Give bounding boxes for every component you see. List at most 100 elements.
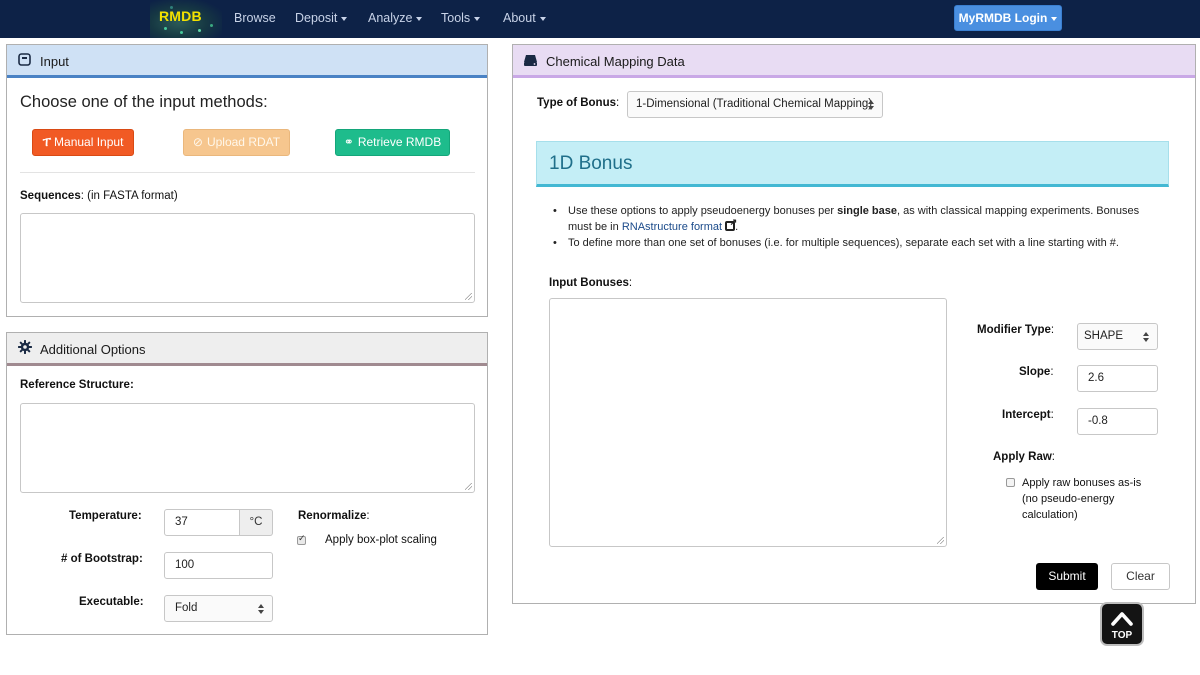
input-bonuses-textarea[interactable] [549,298,947,547]
rnastructure-format-link-text: RNAstructure format [621,220,723,233]
top-navbar: RMDB Browse Deposit Analyze Tools About … [0,0,1200,38]
choose-method-text: Choose one of the input methods: [20,93,268,111]
back-to-top-button[interactable]: TOP [1100,602,1144,646]
slope-label: Slope: [1019,366,1054,378]
apply-raw-option-2: (no pseudo-energy [1022,493,1115,505]
bootstrap-label: # of Bootstrap: [61,553,143,565]
paperclip-icon: ⊘ [192,135,203,149]
bootstrap-label-text: # of Bootstrap [61,553,139,565]
temperature-label-text: Temperature [69,510,138,522]
upload-rdat-button[interactable]: ⊘ Upload RDAT [183,129,290,156]
1d-bonus-banner: 1D Bonus [536,141,1169,187]
resize-handle-icon[interactable] [465,293,472,300]
type-of-bonus-label: Type of Bonus: [537,97,620,109]
manual-input-button[interactable]: ፐ Manual Input [32,129,134,156]
select-arrows-icon [868,100,875,110]
input-bonuses-label-text: Input Bonuses [549,277,629,289]
nav-about[interactable]: About [503,11,546,25]
modifier-type-select[interactable]: SHAPE [1077,323,1158,350]
bonus-instructions-2: • To define more than one set of bonuses… [553,236,1163,252]
nav-analyze[interactable]: Analyze [368,11,423,25]
apply-raw-option-1: Apply raw bonuses as-is [1022,477,1142,489]
caret-down-icon [1051,16,1058,21]
retrieve-rmdb-label: Retrieve RMDB [357,135,442,149]
sequences-textarea[interactable] [20,213,475,303]
chem-panel-header: Chemical Mapping Data [513,45,1195,78]
apply-raw-option-label: Apply raw bonuses as-is (no pseudo-energ… [1022,475,1141,523]
login-label: MyRMDB Login [958,11,1048,25]
type-of-bonus-select[interactable]: 1-Dimensional (Traditional Chemical Mapp… [627,91,883,118]
hdd-icon [523,54,538,72]
apply-raw-option-3: calculation) [1022,509,1078,521]
modifier-type-value: SHAPE [1084,330,1123,342]
nav-analyze-label: Analyze [368,11,413,25]
caret-down-icon [416,16,423,21]
input-panel-header: Input [7,45,487,78]
renormalize-label-text: Renormalize [298,510,367,522]
text-cursor-icon: ፐ [42,135,52,149]
back-to-top-label: TOP [1111,630,1133,641]
input-box-icon [18,53,31,71]
myrmdb-login-button[interactable]: MyRMDB Login [954,5,1062,31]
manual-input-label: Manual Input [54,135,124,149]
apply-raw-checkbox[interactable] [1006,478,1015,487]
intercept-label: Intercept: [1002,409,1054,421]
caret-down-icon [341,16,348,21]
reference-structure-textarea[interactable] [20,403,475,493]
select-arrows-icon [1143,332,1150,342]
select-arrows-icon [258,604,265,614]
temperature-input[interactable]: 37 [164,509,240,536]
bullet1-c: , as with classical mapping experiments.… [897,205,1140,217]
slope-input[interactable]: 2.6 [1077,365,1158,392]
brand-name: RMDB [159,8,202,24]
intercept-input[interactable]: -0.8 [1077,408,1158,435]
reference-structure-label-text: Reference Structure [20,379,130,391]
box-plot-scaling-label: Apply box-plot scaling [325,534,437,546]
bootstrap-input[interactable]: 100 [164,552,273,579]
resize-handle-icon[interactable] [465,483,472,490]
link-icon: ⚭ [343,135,354,149]
divider [20,172,475,173]
intercept-label-text: Intercept [1002,409,1051,421]
bullet1-d: must be in [568,220,622,233]
resize-handle-icon[interactable] [937,537,944,544]
bullet2-text: To define more than one set of bonuses (… [568,237,1119,249]
options-panel-title: Additional Options [40,342,146,357]
type-of-bonus-value: 1-Dimensional (Traditional Chemical Mapp… [636,98,873,110]
upload-rdat-label: Upload RDAT [206,135,281,149]
nav-about-label: About [503,11,536,25]
input-bonuses-label: Input Bonuses: [549,277,633,289]
nav-tools-label: Tools [441,11,471,25]
input-panel-title: Input [40,54,69,69]
slope-label-text: Slope [1019,366,1051,378]
executable-select[interactable]: Fold [164,595,273,622]
type-of-bonus-label-text: Type of Bonus [537,97,617,109]
bullet1-a: Use these options to apply pseudoenergy … [568,205,838,217]
apply-raw-label: Apply Raw: [993,451,1055,463]
modifier-type-label-text: Modifier Type [977,324,1051,336]
nav-deposit[interactable]: Deposit [295,11,348,25]
gear-icon [18,340,32,359]
sequences-label-text: Sequences [20,190,81,202]
bullet1-b: single base [837,205,897,217]
1d-bonus-title: 1D Bonus [549,153,633,174]
clear-button[interactable]: Clear [1111,563,1170,590]
caret-down-icon [474,16,481,21]
retrieve-rmdb-button[interactable]: ⚭ Retrieve RMDB [335,129,450,156]
nav-tools[interactable]: Tools [441,11,481,25]
chevron-up-icon [1111,612,1133,626]
executable-label-text: Executable [79,596,140,608]
submit-button[interactable]: Submit [1036,563,1098,590]
executable-label: Executable: [79,596,144,608]
nav-browse[interactable]: Browse [234,11,276,25]
apply-raw-label-text: Apply Raw [993,451,1052,463]
executable-value: Fold [175,602,198,614]
external-link-icon: ↗ [725,217,737,231]
options-panel-header: Additional Options [7,333,487,366]
box-plot-scaling-checkbox[interactable] [297,534,306,545]
rmdb-logo[interactable]: RMDB [150,0,222,38]
rnastructure-format-link[interactable]: RNAstructure format ↗ [621,217,737,233]
bonus-instructions-1: • Use these options to apply pseudoenerg… [553,205,1140,233]
sequences-label: Sequences: (in FASTA format) [20,190,178,202]
temperature-label: Temperature: [69,510,142,522]
